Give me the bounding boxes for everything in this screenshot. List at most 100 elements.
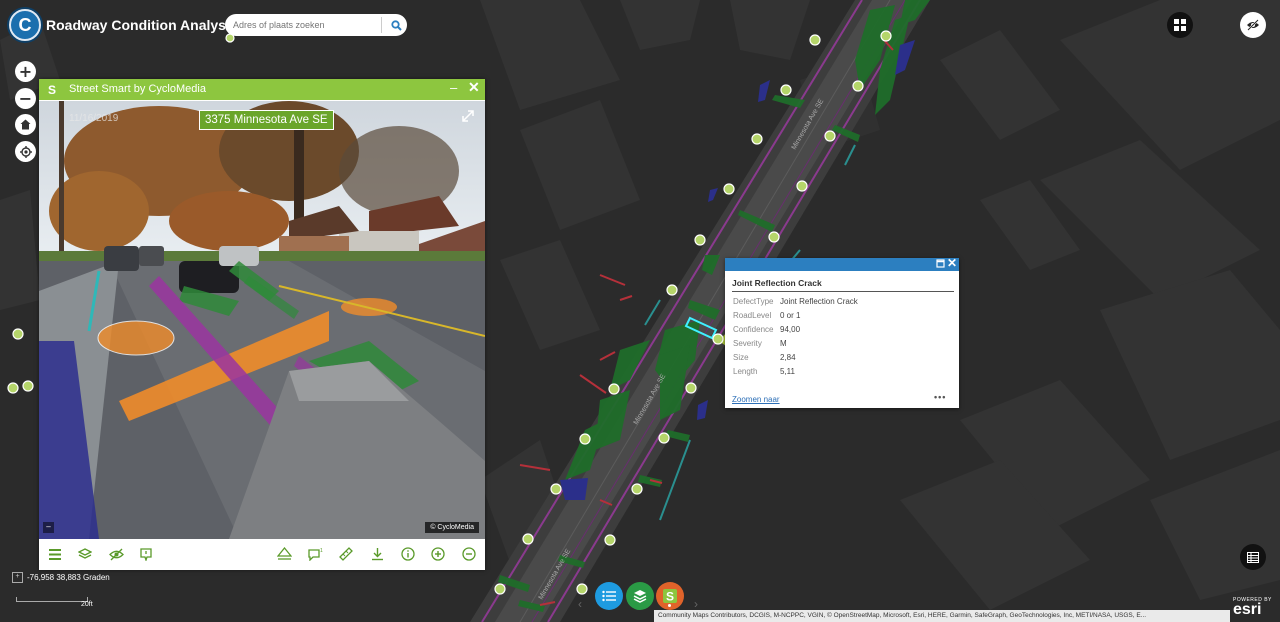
download-icon — [371, 548, 383, 561]
attribute-value: 5,11 — [780, 367, 795, 376]
eye-off-icon — [1247, 19, 1259, 31]
report-icon — [140, 547, 152, 561]
attribute-value: 94,00 — [780, 325, 801, 334]
measure-height-button[interactable] — [275, 545, 293, 563]
info-icon — [401, 547, 415, 561]
close-button[interactable]: ✕ — [468, 79, 480, 96]
attribute-value: Joint Reflection Crack — [780, 297, 858, 306]
attribute-row: RoadLevel 0 or 1 — [733, 311, 800, 320]
panorama-zoom-out-button[interactable] — [460, 545, 478, 563]
zoom-to-link[interactable]: Zoomen naar — [732, 395, 780, 404]
attribute-value: M — [780, 339, 787, 348]
ruler-icon — [339, 547, 353, 561]
expand-icon[interactable] — [461, 109, 475, 123]
toggle-visibility-button[interactable] — [1240, 12, 1266, 38]
street-smart-panel: S Street Smart by CycloMedia – ✕ 11/16/2… — [39, 79, 485, 570]
svg-text:1: 1 — [320, 548, 323, 554]
maximize-icon[interactable] — [936, 259, 945, 268]
layers-icon — [633, 590, 647, 603]
layers-button[interactable] — [76, 545, 94, 563]
address-label: 3375 Minnesota Ave SE — [199, 110, 334, 130]
street-smart-logo: S — [47, 82, 56, 97]
search-input[interactable] — [225, 14, 375, 36]
popup-title: Joint Reflection Crack — [732, 278, 822, 288]
measure-height-icon — [276, 547, 292, 560]
list-icon — [602, 590, 616, 602]
attribute-value: 0 or 1 — [780, 311, 801, 320]
divider — [732, 291, 954, 292]
zoom-out-icon — [462, 547, 476, 561]
info-button[interactable] — [399, 545, 417, 563]
scale-label: 20ft — [81, 601, 93, 608]
map-attribution: Community Maps Contributors, DCGIS, M-NC… — [654, 610, 1230, 622]
attribute-row: DefectType Joint Reflection Crack — [733, 297, 858, 306]
menu-icon — [49, 548, 61, 560]
attribute-row: Confidence 94,00 — [733, 325, 800, 334]
minimize-button[interactable]: – — [450, 80, 457, 95]
zoom-in-button[interactable]: + — [15, 61, 36, 82]
search-box — [225, 14, 407, 36]
download-button[interactable] — [368, 545, 386, 563]
overview-toggle[interactable]: – — [43, 522, 54, 533]
search-button[interactable] — [385, 14, 407, 36]
dock-next-icon[interactable]: › — [694, 597, 698, 611]
coordinate-text: -76,958 38,883 Graden — [27, 573, 110, 582]
home-button[interactable] — [15, 114, 36, 135]
attribute-key: Severity — [733, 339, 762, 348]
ruler-button[interactable] — [337, 545, 355, 563]
street-smart-icon: S — [663, 589, 677, 604]
table-icon — [1247, 551, 1259, 563]
grid-icon — [1174, 19, 1186, 31]
attribute-row: Length 5,11 — [733, 367, 795, 376]
search-icon — [390, 19, 402, 31]
cyclomedia-copyright: © CycloMedia — [425, 522, 479, 533]
feature-popup: ✕ Joint Reflection Crack DefectType Joint… — [725, 256, 959, 408]
attribute-key: Size — [733, 353, 749, 362]
dock-prev-icon[interactable]: ‹ — [578, 597, 582, 611]
attribute-key: DefectType — [733, 297, 774, 306]
capture-date: 11/16/2019 — [69, 113, 119, 124]
attribute-key: Length — [733, 367, 758, 376]
attribute-row: Size 2,84 — [733, 353, 796, 362]
zoom-in-icon — [431, 547, 445, 561]
layers-icon — [78, 547, 92, 559]
comment-button[interactable]: 1 — [306, 545, 324, 563]
locate-button[interactable] — [15, 141, 36, 162]
esri-wordmark: esri — [1233, 601, 1262, 618]
attribute-row: Severity M — [733, 339, 787, 348]
street-smart-toolbar: 1 — [39, 539, 485, 570]
search-separator — [381, 17, 382, 33]
crosshair-icon[interactable]: + — [12, 572, 23, 583]
street-smart-title: Street Smart by CycloMedia — [69, 83, 206, 95]
attribute-key: RoadLevel — [733, 311, 772, 320]
dock-layers-button[interactable] — [626, 582, 654, 610]
svg-text:S: S — [666, 590, 674, 604]
plus-icon: + — [18, 62, 33, 81]
street-smart-header[interactable]: S Street Smart by CycloMedia – ✕ — [39, 79, 485, 100]
visibility-off-icon — [108, 548, 124, 560]
attribute-table-button[interactable] — [1240, 544, 1266, 570]
attribute-key: Confidence — [733, 325, 774, 334]
dock-page-indicator — [668, 604, 671, 607]
esri-logo[interactable]: POWERED BY esri — [1233, 597, 1272, 618]
home-icon — [20, 119, 31, 130]
menu-button[interactable] — [46, 545, 64, 563]
panorama-image — [39, 101, 485, 539]
scale-bar — [16, 597, 88, 602]
app-logo: C — [9, 9, 41, 41]
popup-close-button[interactable]: ✕ — [947, 256, 957, 270]
panorama-zoom-in-button[interactable] — [429, 545, 447, 563]
widget-launcher-button[interactable] — [1167, 12, 1193, 38]
locate-icon — [19, 145, 32, 158]
more-options-button[interactable]: ••• — [934, 392, 946, 402]
minus-icon: − — [18, 89, 33, 108]
popup-header: ✕ — [725, 256, 959, 271]
panorama-view[interactable]: 11/16/2019 3375 Minnesota Ave SE – © Cyc… — [39, 101, 485, 539]
app-title: Roadway Condition Analysis — [46, 17, 238, 33]
report-button[interactable] — [137, 545, 155, 563]
coordinate-display: + -76,958 38,883 Graden — [12, 572, 110, 583]
zoom-out-button[interactable]: − — [15, 88, 36, 109]
visibility-button[interactable] — [107, 545, 125, 563]
attribute-value: 2,84 — [780, 353, 796, 362]
dock-list-button[interactable] — [595, 582, 623, 610]
